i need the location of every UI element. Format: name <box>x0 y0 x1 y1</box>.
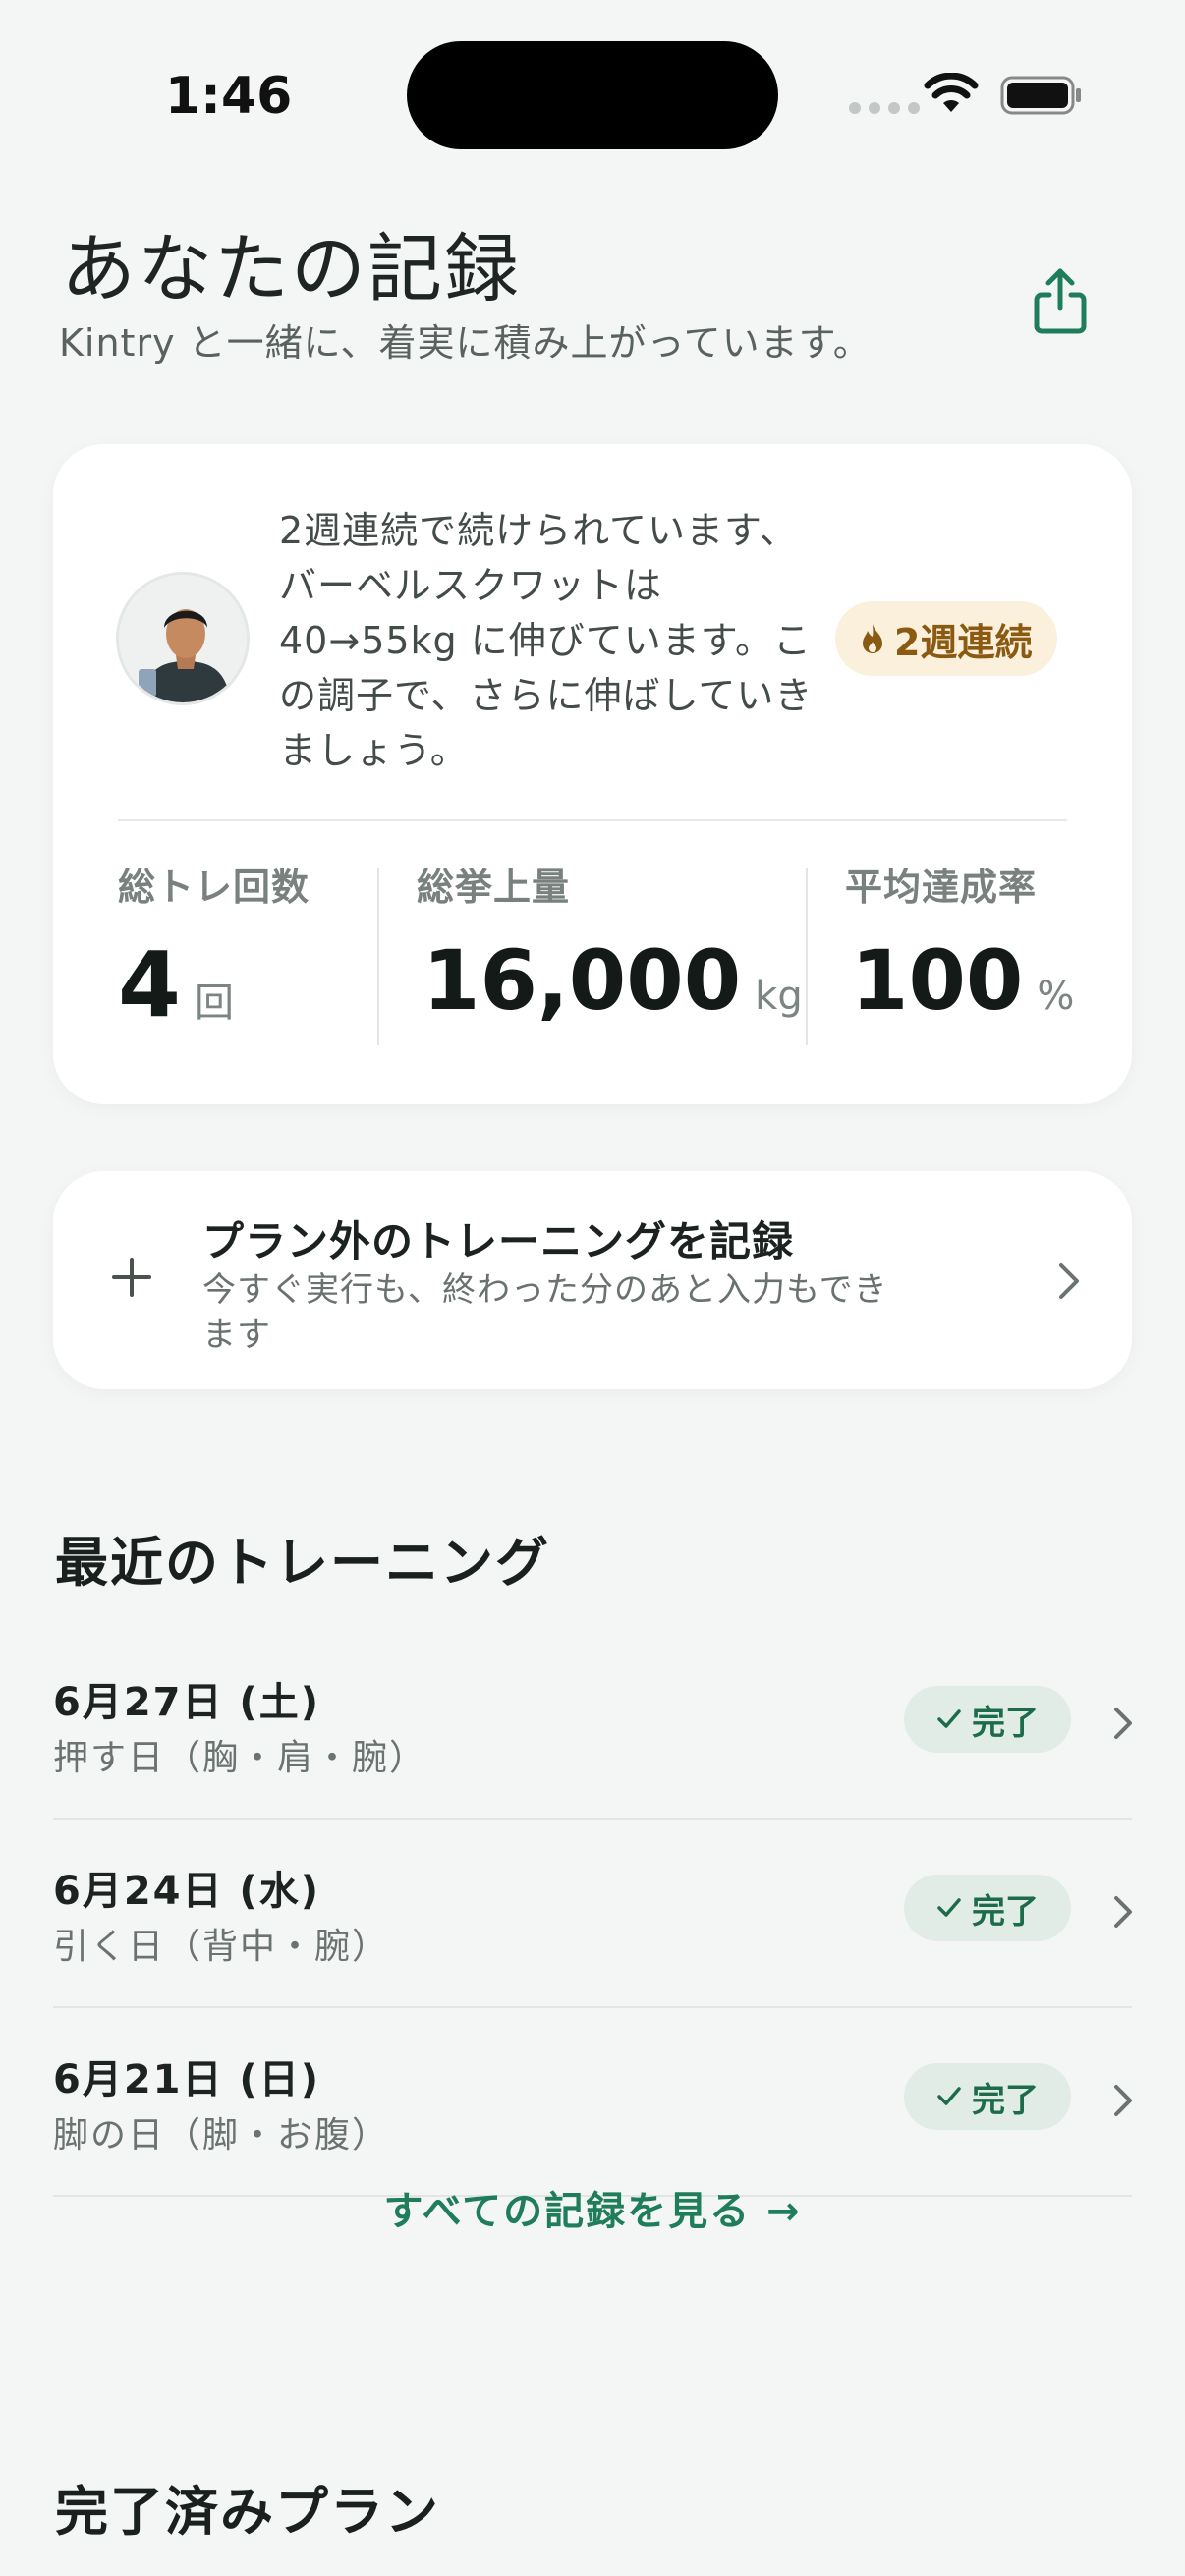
stat-value: 100 <box>851 932 1024 1029</box>
coach-message: 2週連続で続けられています、バーベルスクワットは 40→55kg に伸びています… <box>279 509 814 772</box>
record-title: プラン外のトレーニングを記録 <box>202 1217 795 1265</box>
status-badge-label: 完了 <box>972 1891 1039 1932</box>
training-row[interactable]: 6月21日 (日) 脚の日（脚・お腹） 完了 <box>53 2008 1132 2197</box>
status-badge: 完了 <box>904 2063 1071 2130</box>
chevron-right-icon <box>1114 1896 1132 1928</box>
training-name: 引く日（背中・腕） <box>53 1927 390 1967</box>
wifi-icon <box>924 73 979 112</box>
chevron-right-icon <box>1114 1708 1132 1739</box>
training-date: 6月27日 (土) <box>53 1680 320 1725</box>
training-date: 6月21日 (日) <box>53 2057 320 2102</box>
chevron-right-icon <box>1059 1263 1079 1299</box>
stat-unit: 回 <box>195 980 235 1026</box>
flame-icon <box>863 624 882 653</box>
chevron-right-icon <box>1114 2085 1132 2116</box>
check-icon <box>937 2087 961 2105</box>
training-name: 押す日（胸・肩・腕） <box>53 1738 427 1778</box>
stat-separator <box>806 868 808 1045</box>
status-badge: 完了 <box>904 1875 1071 1941</box>
training-name: 脚の日（脚・お腹） <box>53 2115 390 2156</box>
training-date: 6月24日 (水) <box>53 1869 320 1914</box>
stat-label: 総挙上量 <box>417 866 571 909</box>
battery-icon <box>1000 76 1081 115</box>
plus-icon <box>112 1258 151 1297</box>
summary-card: 2週連続で続けられています、バーベルスクワットは 40→55kg に伸びています… <box>53 444 1132 1104</box>
stat-unit: kg <box>755 974 803 1019</box>
stat-label: 平均達成率 <box>845 866 1038 909</box>
stat-unit: % <box>1037 974 1075 1019</box>
dynamic-island <box>407 41 778 149</box>
page-subtitle: Kintry と一緒に、着実に積み上がっています。 <box>59 321 872 364</box>
completed-plans-title: 完了済みプラン <box>55 2481 440 2543</box>
training-row[interactable]: 6月27日 (土) 押す日（胸・肩・腕） 完了 <box>53 1631 1132 1820</box>
status-time: 1:46 <box>165 67 293 126</box>
page-title: あなたの記録 <box>61 225 521 312</box>
record-description: 今すぐ実行も、終わった分のあと入力もできます <box>202 1270 888 1355</box>
training-row[interactable]: 6月24日 (水) 引く日（背中・腕） 完了 <box>53 1820 1132 2008</box>
coach-avatar <box>116 572 250 705</box>
status-bar: 1:46 <box>0 0 1185 149</box>
check-icon <box>937 1709 961 1728</box>
status-badge-label: 完了 <box>972 1703 1039 1743</box>
cellular-signal-icon <box>849 102 920 114</box>
recent-trainings-title: 最近のトレーニング <box>55 1532 550 1594</box>
stat-total-sessions: 総トレ回数 4 回 <box>118 857 310 1037</box>
check-icon <box>937 1898 961 1917</box>
card-divider <box>118 819 1067 821</box>
stat-total-volume: 総挙上量 16,000 kg <box>417 857 803 1029</box>
status-badge-label: 完了 <box>972 2080 1039 2120</box>
stat-separator <box>377 868 379 1045</box>
streak-badge: 2週連続 <box>835 601 1058 676</box>
stat-average-rate: 平均達成率 100 % <box>845 857 1074 1029</box>
status-badge: 完了 <box>904 1686 1071 1753</box>
stat-value: 4 <box>118 932 182 1037</box>
see-all-records-link[interactable]: すべての記録を見る → <box>0 2179 1185 2236</box>
record-extra-training-button[interactable]: プラン外のトレーニングを記録 今すぐ実行も、終わった分のあと入力もできます <box>53 1171 1132 1389</box>
share-icon[interactable] <box>1030 265 1091 336</box>
stat-label: 総トレ回数 <box>118 866 310 909</box>
stat-value: 16,000 <box>423 932 742 1029</box>
streak-badge-label: 2週連続 <box>894 620 1033 664</box>
